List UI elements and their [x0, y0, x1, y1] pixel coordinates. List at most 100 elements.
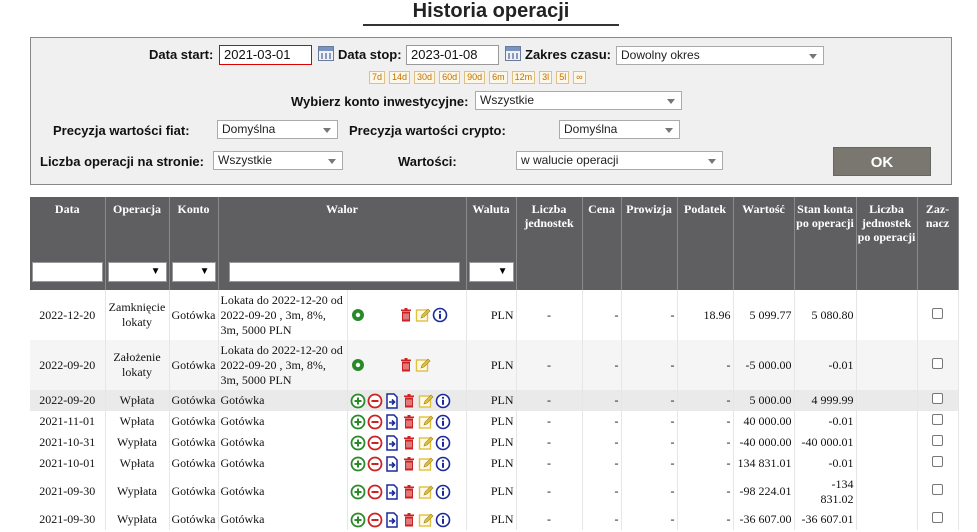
fiat-select[interactable]: Domyślna [217, 120, 338, 139]
liczba-select[interactable]: Wszystkie [213, 151, 343, 170]
plus-circle-icon[interactable] [350, 456, 366, 472]
row-checkbox[interactable] [932, 393, 943, 404]
row-checkbox[interactable] [932, 456, 943, 467]
trash-icon[interactable] [398, 307, 414, 323]
calendar-icon[interactable] [318, 46, 334, 61]
edit-icon[interactable] [418, 456, 434, 472]
cell-podatek: - [677, 411, 734, 432]
col-waluta[interactable]: Waluta [466, 197, 517, 254]
col-podatek[interactable]: Podatek [677, 197, 734, 254]
range-button[interactable]: 5l [556, 71, 570, 84]
minus-circle-icon[interactable] [367, 456, 383, 472]
edit-icon[interactable] [415, 357, 431, 373]
filter-waluta-select[interactable]: ▼ [468, 262, 514, 282]
trash-icon[interactable] [401, 512, 417, 528]
range-button[interactable]: 3l [539, 71, 553, 84]
chevron-down-icon: ▼ [497, 266, 508, 277]
col-operacja[interactable]: Operacja [105, 197, 170, 254]
row-actions [350, 413, 464, 430]
info-icon[interactable] [435, 435, 451, 451]
col-stan-konta[interactable]: Stan konta po operacji [794, 197, 857, 254]
circle-dot-icon[interactable] [350, 357, 366, 373]
trash-icon[interactable] [401, 393, 417, 409]
edit-icon[interactable] [418, 435, 434, 451]
cell-wartosc: 5 000.00 [733, 390, 795, 411]
edit-icon[interactable] [418, 393, 434, 409]
plus-circle-icon[interactable] [350, 512, 366, 528]
konto-select[interactable]: Wszystkie [475, 91, 682, 110]
range-button[interactable]: 7d [369, 71, 386, 84]
cell-data: 2021-10-01 [30, 453, 106, 474]
ok-button[interactable]: OK [833, 147, 931, 176]
filter-operacja-select[interactable]: ▼ [107, 262, 167, 282]
trash-icon[interactable] [401, 414, 417, 430]
transfer-doc-icon[interactable] [384, 392, 400, 409]
plus-circle-icon[interactable] [350, 414, 366, 430]
info-icon[interactable] [435, 393, 451, 409]
zakres-select[interactable]: Dowolny okres [616, 46, 824, 65]
range-button[interactable]: 90d [464, 71, 486, 84]
col-prowizja[interactable]: Prowizja [621, 197, 678, 254]
cell-wartosc: -98 224.01 [733, 474, 795, 509]
plus-circle-icon[interactable] [350, 393, 366, 409]
data-start-input[interactable]: 2021-03-01 [219, 45, 312, 65]
range-button[interactable]: 6m [489, 71, 508, 84]
col-liczba-jednostek[interactable]: Liczba jednostek [516, 197, 583, 254]
trash-icon[interactable] [401, 456, 417, 472]
range-button[interactable]: 60d [439, 71, 461, 84]
col-liczba-po[interactable]: Liczba jednostek po operacji [856, 197, 918, 254]
row-checkbox[interactable] [932, 414, 943, 425]
col-zaznacz: Zaz-nacz [917, 197, 959, 254]
range-button[interactable]: 14d [389, 71, 411, 84]
info-icon[interactable] [435, 512, 451, 528]
transfer-doc-icon[interactable] [384, 483, 400, 500]
plus-circle-icon[interactable] [350, 435, 366, 451]
col-walor[interactable]: Walor [218, 197, 467, 254]
trash-icon[interactable] [401, 435, 417, 451]
info-icon[interactable] [435, 414, 451, 430]
transfer-doc-icon[interactable] [384, 434, 400, 451]
minus-circle-icon[interactable] [367, 435, 383, 451]
info-icon[interactable] [435, 456, 451, 472]
info-icon[interactable] [432, 307, 448, 323]
row-checkbox[interactable] [932, 307, 943, 319]
wartosci-select[interactable]: w walucie operacji [516, 151, 723, 170]
edit-icon[interactable] [418, 512, 434, 528]
info-icon[interactable] [435, 484, 451, 500]
row-checkbox[interactable] [932, 435, 943, 446]
data-stop-input[interactable]: 2023-01-08 [406, 45, 499, 65]
range-button[interactable]: 30d [414, 71, 436, 84]
col-cena[interactable]: Cena [582, 197, 622, 254]
trash-icon[interactable] [398, 357, 414, 373]
row-checkbox[interactable] [932, 512, 943, 523]
minus-circle-icon[interactable] [367, 512, 383, 528]
col-data[interactable]: Data [30, 197, 106, 254]
edit-icon[interactable] [418, 414, 434, 430]
minus-circle-icon[interactable] [367, 414, 383, 430]
plus-circle-icon[interactable] [350, 484, 366, 500]
circle-dot-icon[interactable] [350, 307, 366, 323]
cell-cena: - [582, 432, 622, 453]
minus-circle-icon[interactable] [367, 393, 383, 409]
transfer-doc-icon[interactable] [384, 413, 400, 430]
trash-icon[interactable] [401, 484, 417, 500]
edit-icon[interactable] [415, 307, 431, 323]
col-wartosc[interactable]: Wartość [733, 197, 795, 254]
row-checkbox[interactable] [932, 484, 943, 495]
filter-walor-input[interactable] [228, 262, 460, 282]
calendar-icon[interactable] [505, 46, 521, 61]
cell-prowizja: - [621, 290, 678, 340]
crypto-select[interactable]: Domyślna [559, 120, 680, 139]
row-checkbox[interactable] [932, 357, 943, 369]
range-button[interactable]: ∞ [573, 71, 586, 84]
transfer-doc-icon[interactable] [384, 455, 400, 472]
col-konto[interactable]: Konto [169, 197, 219, 254]
cell-podatek: - [677, 432, 734, 453]
filter-konto-select[interactable]: ▼ [171, 262, 216, 282]
edit-icon[interactable] [418, 484, 434, 500]
transfer-doc-icon[interactable] [384, 511, 400, 528]
cell-liczba: - [516, 453, 583, 474]
range-button[interactable]: 12m [511, 71, 536, 84]
filter-data-input[interactable] [32, 262, 103, 282]
minus-circle-icon[interactable] [367, 484, 383, 500]
